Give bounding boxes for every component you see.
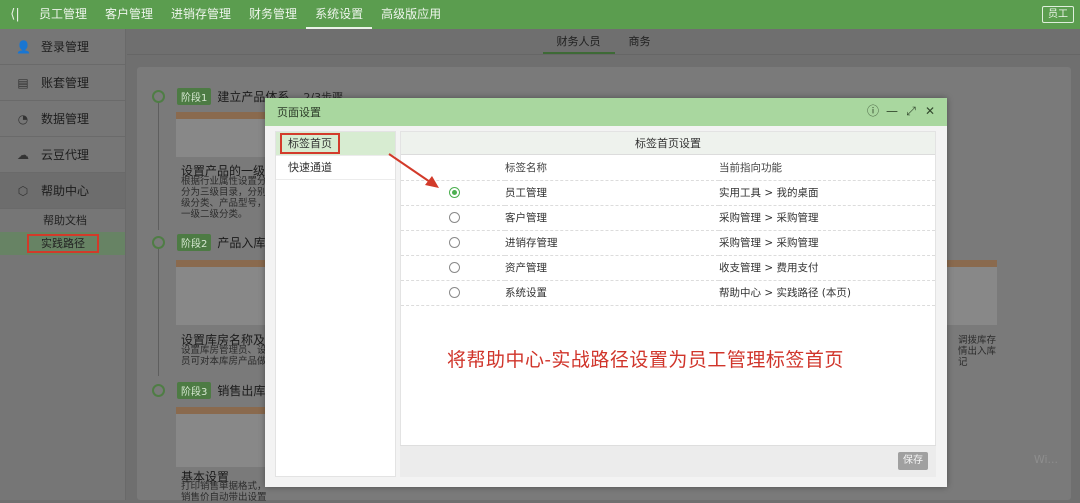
card-description: 调拨库存情出入库记 [958,335,997,368]
tab-name-cell: 资产管理 [505,255,719,281]
stage-3: 阶段3 销售出库 [152,382,265,399]
arrow-annotation-icon [388,153,439,188]
side-menu-tab-home[interactable]: 标签首页 [276,132,395,156]
dialog-controls: ⓘ — ⤢ ✕ [866,103,937,119]
target-function-cell: 采购管理 > 采购管理 [719,230,935,256]
watermark: Wi... [1033,453,1058,466]
nav-item-staff[interactable]: 员工管理 [30,0,96,29]
nav-item-inventory[interactable]: 进销存管理 [162,0,240,29]
tab-finance-staff[interactable]: 财务人员 [542,29,615,54]
card-description: 根据行业属性设置分分为三级目录，分别级分类、产品型号，一级二级分类。 [181,176,267,220]
content-tabs: 财务人员 商务 [127,29,1080,55]
user-button[interactable]: 员工 [1042,6,1074,23]
nav-item-customers[interactable]: 客户管理 [96,0,162,29]
stage-title: 产品入库 [217,236,266,250]
sidebar-item-cloud[interactable]: ☁ 云豆代理 [0,137,125,173]
card-thumbnail [176,260,265,325]
table-header-row: 标签名称 当前指向功能 [401,155,935,181]
nav-item-system-settings[interactable]: 系统设置 [306,0,373,29]
timeline-line [158,248,159,376]
sidebar: 👤 登录管理 ▤ 账套管理 ◔ 数据管理 ☁ 云豆代理 ⬡ 帮助中心 帮助文档 … [0,29,126,500]
target-function-cell: 采购管理 > 采购管理 [719,205,935,231]
tab-name-cell: 系统设置 [505,280,719,306]
close-icon[interactable]: ✕ [923,103,937,119]
sidebar-item-label: 云豆代理 [41,148,90,162]
stage-badge: 阶段1 [177,88,212,105]
target-function-cell: 收支管理 > 费用支付 [719,255,935,281]
stage-title: 销售出库 [217,384,266,398]
ledger-icon: ▤ [17,75,29,90]
sidebar-subitem-practice-path[interactable]: 实践路径 [0,232,125,255]
table-row[interactable]: 系统设置 帮助中心 > 实践路径 (本页) [401,280,935,306]
side-menu-label: 快速通道 [288,161,332,174]
table-row[interactable]: 客户管理 采购管理 > 采购管理 [401,205,935,231]
sidebar-item-ledger[interactable]: ▤ 账套管理 [0,65,125,101]
timeline-line [158,102,159,230]
radio-button[interactable] [449,187,460,198]
pie-chart-icon: ◔ [17,111,29,126]
table-row[interactable]: 资产管理 收支管理 > 费用支付 [401,255,935,281]
radio-button[interactable] [449,212,460,223]
help-cube-icon: ⬡ [17,183,29,198]
card-thumbnail [947,260,997,325]
dialog-header: 页面设置 ⓘ — ⤢ ✕ [265,98,947,126]
tab-name-cell: 员工管理 [505,180,719,206]
tab-home-settings-panel: 标签首页设置 标签名称 当前指向功能 员工管理 实用工具 > 我的桌面 客户管理… [400,131,936,477]
nav-item-advanced-apps[interactable]: 高级版应用 [372,0,450,29]
top-nav-bar: ⟨| 员工管理 客户管理 进销存管理 财务管理 系统设置 高级版应用 员工 [0,0,1080,29]
column-header-target: 当前指向功能 [719,155,935,181]
sidebar-item-label: 帮助中心 [41,184,90,198]
radio-button[interactable] [449,262,460,273]
help-icon[interactable]: ⓘ [866,103,880,119]
sidebar-item-label: 登录管理 [41,40,90,54]
chevron-left-icon[interactable]: ⟨| [0,7,30,22]
minimize-icon[interactable]: — [885,103,899,119]
sidebar-subitem-label: 帮助文档 [43,214,87,227]
maximize-icon[interactable]: ⤢ [904,103,918,119]
sidebar-subitem-label: 实践路径 [27,234,99,253]
stage-dot [152,90,165,103]
cloud-icon: ☁ [17,147,29,162]
sidebar-item-help[interactable]: ⬡ 帮助中心 [0,173,125,209]
side-menu-quick-access[interactable]: 快速通道 [276,156,395,180]
nav-item-finance[interactable]: 财务管理 [240,0,306,29]
tab-name-cell: 进销存管理 [505,230,719,256]
radio-button[interactable] [449,287,460,298]
card-thumbnail [176,407,265,467]
tab-settings-table: 标签名称 当前指向功能 员工管理 实用工具 > 我的桌面 客户管理 采购管理 >… [401,155,935,306]
sidebar-item-label: 数据管理 [41,112,90,126]
user-icon: 👤 [16,39,31,54]
annotation-text: 将帮助中心-实战路径设置为员工管理标签首页 [447,349,844,371]
dialog-title: 页面设置 [277,106,321,119]
sidebar-item-data[interactable]: ◔ 数据管理 [0,101,125,137]
dialog-body: 标签首页 快速通道 标签首页设置 标签名称 当前指向功能 员工管理 实用工具 >… [265,126,947,487]
sidebar-subitem-help-docs[interactable]: 帮助文档 [0,209,125,232]
side-menu-label: 标签首页 [280,133,340,154]
stage-dot [152,236,165,249]
sidebar-item-login[interactable]: 👤 登录管理 [0,29,125,65]
card-description: 设置库房管理员、设员可对本库房产品做 [181,345,267,367]
target-function-cell: 实用工具 > 我的桌面 [719,180,935,206]
stage-2: 阶段2 产品入库 [152,234,265,251]
dialog-footer: 保存 [400,445,936,477]
tab-business[interactable]: 商务 [615,29,665,54]
sidebar-item-label: 账套管理 [41,76,90,90]
stage-badge: 阶段2 [177,234,212,251]
card-thumbnail [176,112,265,157]
radio-button[interactable] [449,237,460,248]
table-row[interactable]: 员工管理 实用工具 > 我的桌面 [401,180,935,206]
dialog-side-menu: 标签首页 快速通道 [275,131,396,477]
panel-header: 标签首页设置 [401,132,935,155]
tab-name-cell: 客户管理 [505,205,719,231]
stage-badge: 阶段3 [177,382,212,399]
save-button[interactable]: 保存 [898,452,928,470]
target-function-cell: 帮助中心 > 实践路径 (本页) [719,280,935,306]
column-header-name: 标签名称 [505,155,719,181]
page-settings-dialog: 页面设置 ⓘ — ⤢ ✕ 标签首页 快速通道 标签首页设置 标签名称 当前指向功… [265,98,947,487]
stage-dot [152,384,165,397]
table-row[interactable]: 进销存管理 采购管理 > 采购管理 [401,230,935,256]
